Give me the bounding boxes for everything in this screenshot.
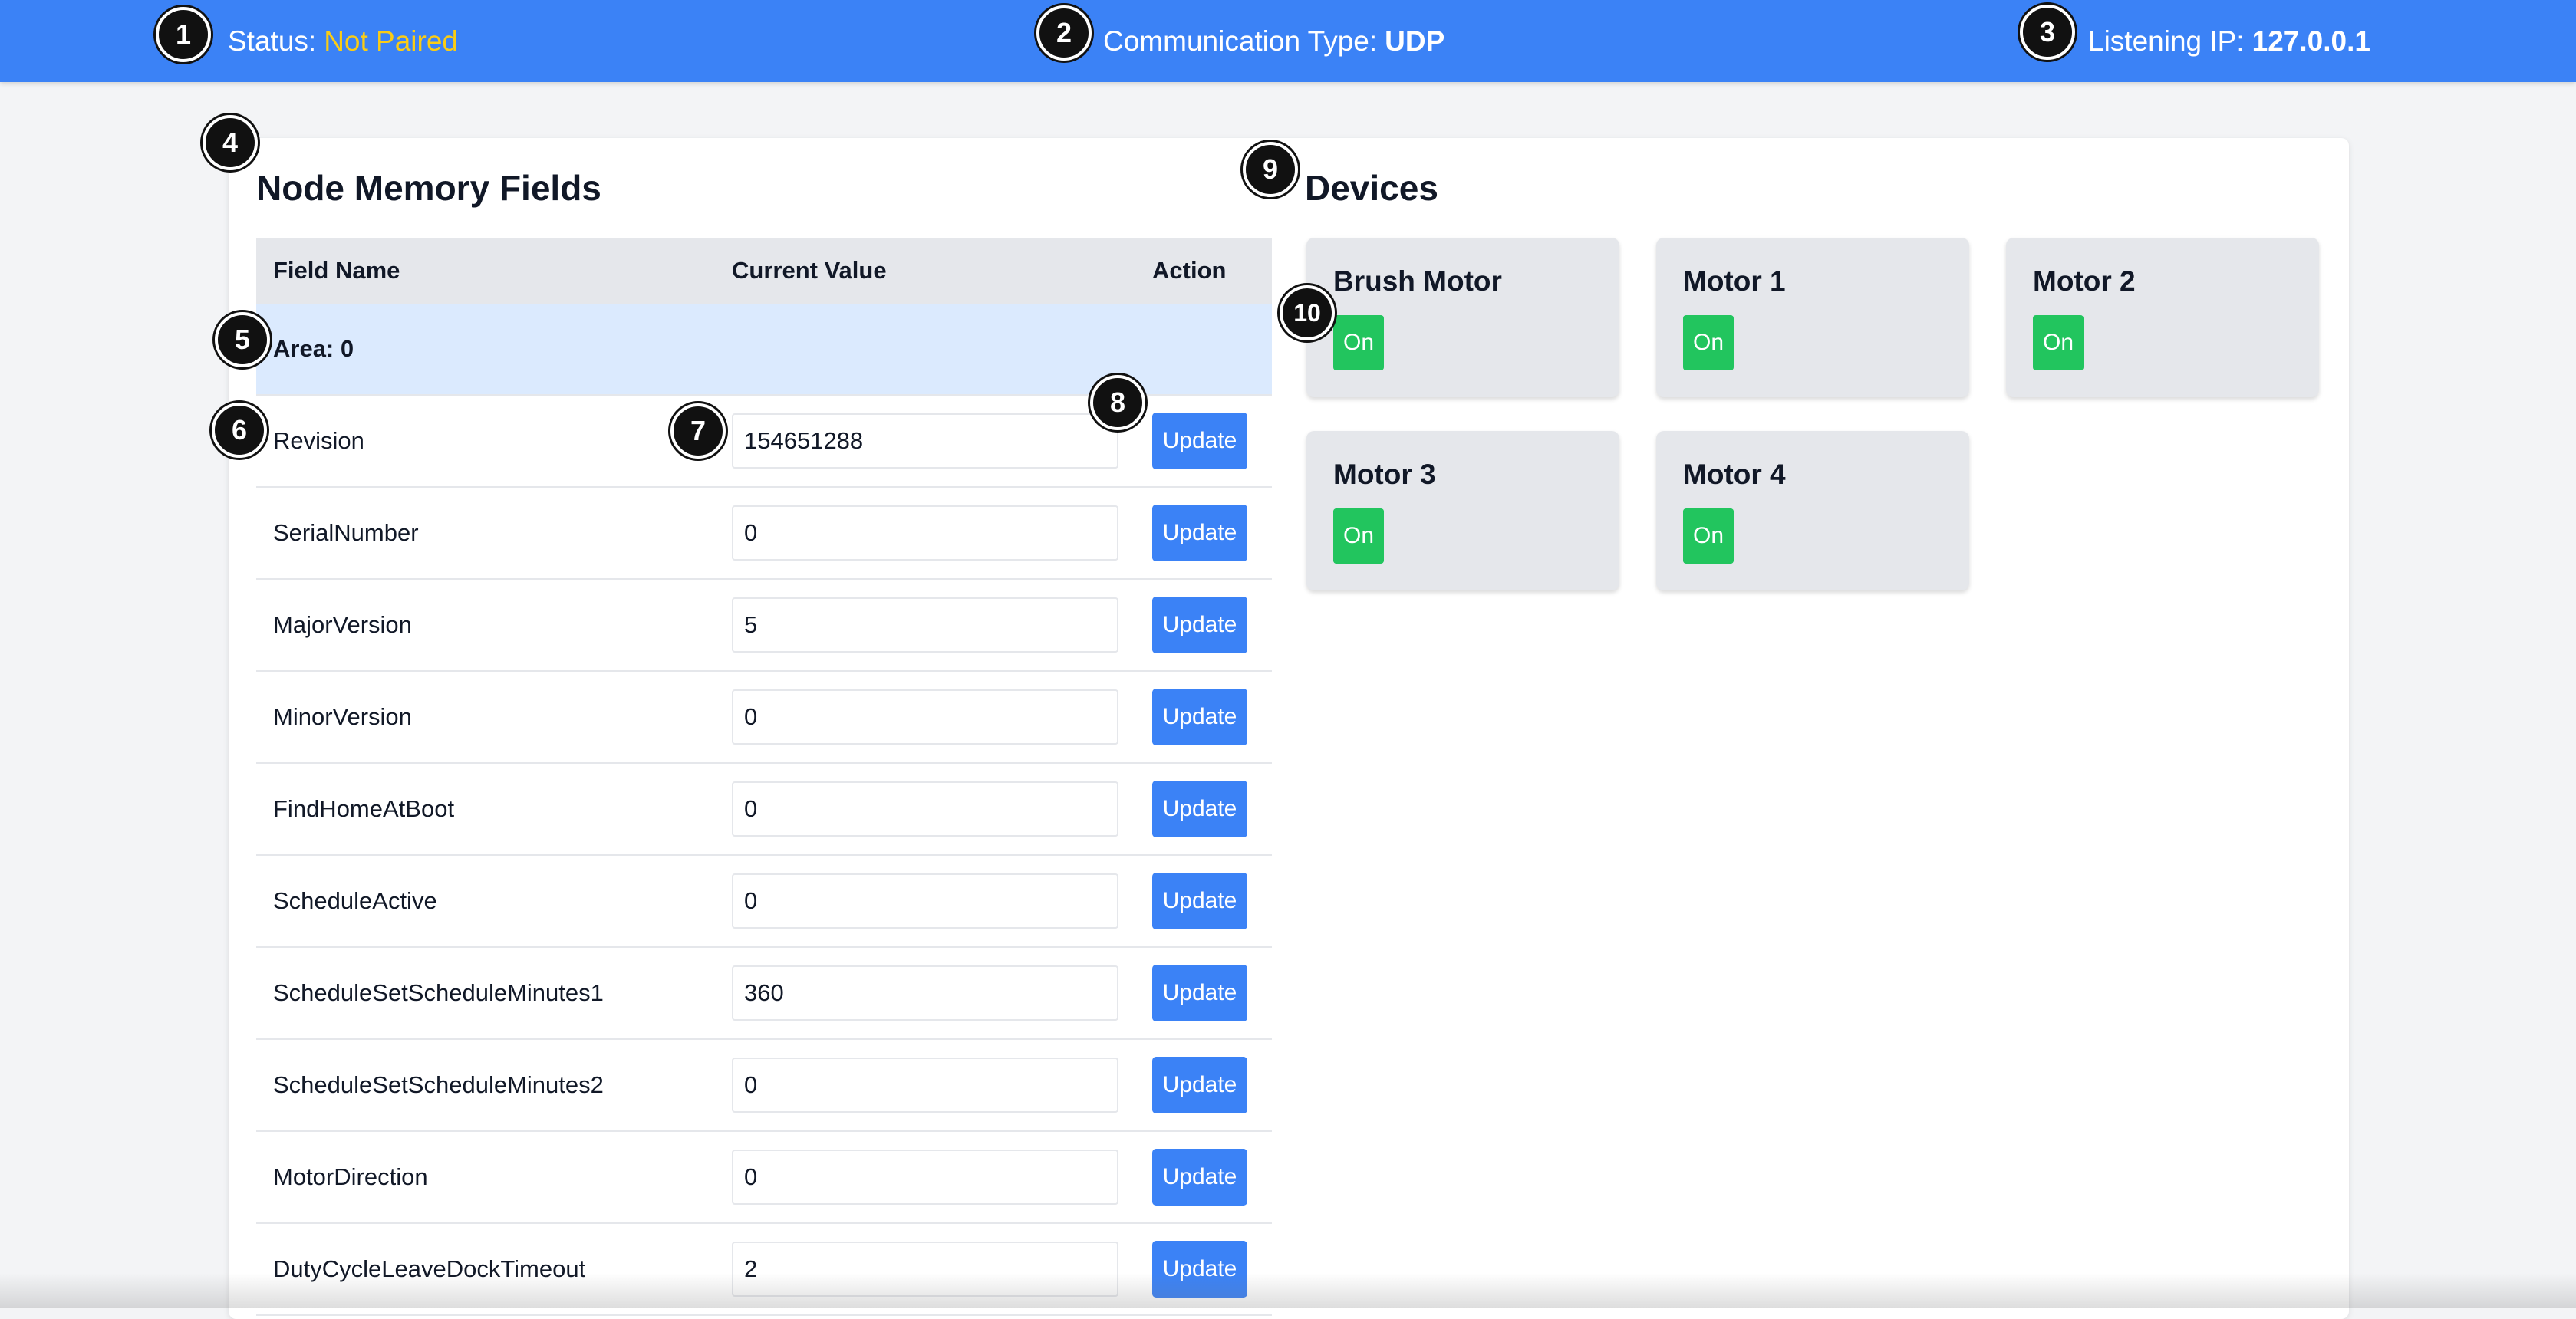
field-action-cell: Update bbox=[1135, 1131, 1272, 1224]
field-name: MinorVersion bbox=[256, 671, 715, 764]
device-toggle-button[interactable]: On bbox=[1683, 315, 1734, 370]
memory-fields-title: Node Memory Fields bbox=[256, 168, 601, 208]
field-action-cell: Update bbox=[1135, 671, 1272, 764]
field-name: SerialNumber bbox=[256, 487, 715, 580]
device-name: Brush Motor bbox=[1333, 265, 1502, 297]
table-row: SerialNumber Update bbox=[256, 487, 1272, 580]
field-value-cell bbox=[715, 763, 1135, 856]
status-bar: Status: Not Paired Communication Type: U… bbox=[0, 0, 2576, 82]
annotation-marker: 10 bbox=[1280, 285, 1335, 340]
ip-value: 127.0.0.1 bbox=[2252, 25, 2370, 57]
table-row: ScheduleActive Update bbox=[256, 855, 1272, 948]
field-value-cell bbox=[715, 579, 1135, 672]
device-card: Motor 1 On bbox=[1656, 238, 1969, 397]
field-action-cell: Update bbox=[1135, 487, 1272, 580]
field-action-cell: Update bbox=[1135, 855, 1272, 948]
device-toggle-button[interactable]: On bbox=[1333, 315, 1384, 370]
field-value-input[interactable] bbox=[732, 597, 1118, 653]
field-value-cell bbox=[715, 855, 1135, 948]
comm-label: Communication Type: bbox=[1103, 25, 1378, 57]
device-toggle-button[interactable]: On bbox=[2033, 315, 2084, 370]
field-name: MajorVersion bbox=[256, 579, 715, 672]
field-action-cell: Update bbox=[1135, 763, 1272, 856]
col-current-value: Current Value bbox=[715, 238, 1135, 304]
update-button[interactable]: Update bbox=[1152, 781, 1247, 837]
device-name: Motor 3 bbox=[1333, 459, 1436, 490]
field-name: MotorDirection bbox=[256, 1131, 715, 1224]
table-row: MotorDirection Update bbox=[256, 1131, 1272, 1224]
update-button[interactable]: Update bbox=[1152, 1057, 1247, 1113]
device-card: Motor 2 On bbox=[2006, 238, 2319, 397]
update-button[interactable]: Update bbox=[1152, 413, 1247, 469]
field-name: ScheduleSetScheduleMinutes1 bbox=[256, 947, 715, 1040]
annotation-marker: 9 bbox=[1243, 142, 1298, 197]
table-row: ScheduleSetScheduleMinutes2 Update bbox=[256, 1039, 1272, 1132]
comm-value: UDP bbox=[1385, 25, 1445, 57]
bottom-shadow bbox=[0, 1273, 2576, 1308]
table-row: MinorVersion Update bbox=[256, 671, 1272, 764]
table-row: MajorVersion Update bbox=[256, 579, 1272, 672]
update-button[interactable]: Update bbox=[1152, 505, 1247, 561]
annotation-marker: 5 bbox=[215, 312, 270, 367]
field-value-cell bbox=[715, 395, 1135, 488]
field-value-cell bbox=[715, 1039, 1135, 1132]
device-toggle-button[interactable]: On bbox=[1333, 508, 1384, 564]
device-card: Motor 4 On bbox=[1656, 431, 1969, 590]
col-field-name: Field Name bbox=[256, 238, 715, 304]
annotation-marker: 6 bbox=[212, 403, 267, 458]
annotation-marker: 4 bbox=[203, 115, 258, 170]
field-value-input[interactable] bbox=[732, 505, 1118, 561]
field-value-cell bbox=[715, 1131, 1135, 1224]
field-name: Revision bbox=[256, 395, 715, 488]
field-action-cell: Update bbox=[1135, 395, 1272, 488]
field-action-cell: Update bbox=[1135, 1039, 1272, 1132]
update-button[interactable]: Update bbox=[1152, 689, 1247, 745]
field-value-cell bbox=[715, 487, 1135, 580]
field-name: ScheduleSetScheduleMinutes2 bbox=[256, 1039, 715, 1132]
field-value-input[interactable] bbox=[732, 413, 1118, 469]
device-name: Motor 1 bbox=[1683, 265, 1786, 297]
field-value-input[interactable] bbox=[732, 689, 1118, 745]
devices-title: Devices bbox=[1305, 168, 1438, 208]
device-card: Brush Motor On bbox=[1306, 238, 1619, 397]
update-button[interactable]: Update bbox=[1152, 1149, 1247, 1206]
field-value-cell bbox=[715, 947, 1135, 1040]
update-button[interactable]: Update bbox=[1152, 873, 1247, 929]
device-name: Motor 2 bbox=[2033, 265, 2136, 297]
col-action: Action bbox=[1135, 238, 1272, 304]
communication-type: Communication Type: UDP bbox=[1103, 0, 1444, 82]
annotation-marker: 8 bbox=[1090, 375, 1145, 430]
annotation-marker: 2 bbox=[1036, 5, 1092, 61]
device-card: Motor 3 On bbox=[1306, 431, 1619, 590]
field-name: FindHomeAtBoot bbox=[256, 763, 715, 856]
device-name: Motor 4 bbox=[1683, 459, 1786, 490]
annotation-marker: 1 bbox=[156, 7, 211, 62]
device-toggle-button[interactable]: On bbox=[1683, 508, 1734, 564]
field-action-cell: Update bbox=[1135, 947, 1272, 1040]
table-header-row: Field Name Current Value Action bbox=[256, 238, 1272, 304]
ip-label: Listening IP: bbox=[2088, 25, 2245, 57]
field-action-cell: Update bbox=[1135, 579, 1272, 672]
listening-ip: Listening IP: 127.0.0.1 bbox=[2088, 0, 2370, 82]
field-value-input[interactable] bbox=[732, 781, 1118, 837]
field-value-cell bbox=[715, 671, 1135, 764]
pairing-status: Status: Not Paired bbox=[228, 0, 458, 82]
field-value-input[interactable] bbox=[732, 965, 1118, 1021]
annotation-marker: 3 bbox=[2020, 5, 2075, 60]
field-value-input[interactable] bbox=[732, 1150, 1118, 1205]
table-row: ScheduleSetScheduleMinutes1 Update bbox=[256, 947, 1272, 1040]
status-label: Status: bbox=[228, 25, 317, 57]
annotation-marker: 7 bbox=[670, 403, 726, 459]
field-value-input[interactable] bbox=[732, 1058, 1118, 1113]
status-value: Not Paired bbox=[324, 25, 458, 57]
update-button[interactable]: Update bbox=[1152, 597, 1247, 653]
update-button[interactable]: Update bbox=[1152, 965, 1247, 1021]
field-name: ScheduleActive bbox=[256, 855, 715, 948]
table-row: FindHomeAtBoot Update bbox=[256, 763, 1272, 856]
field-value-input[interactable] bbox=[732, 873, 1118, 929]
